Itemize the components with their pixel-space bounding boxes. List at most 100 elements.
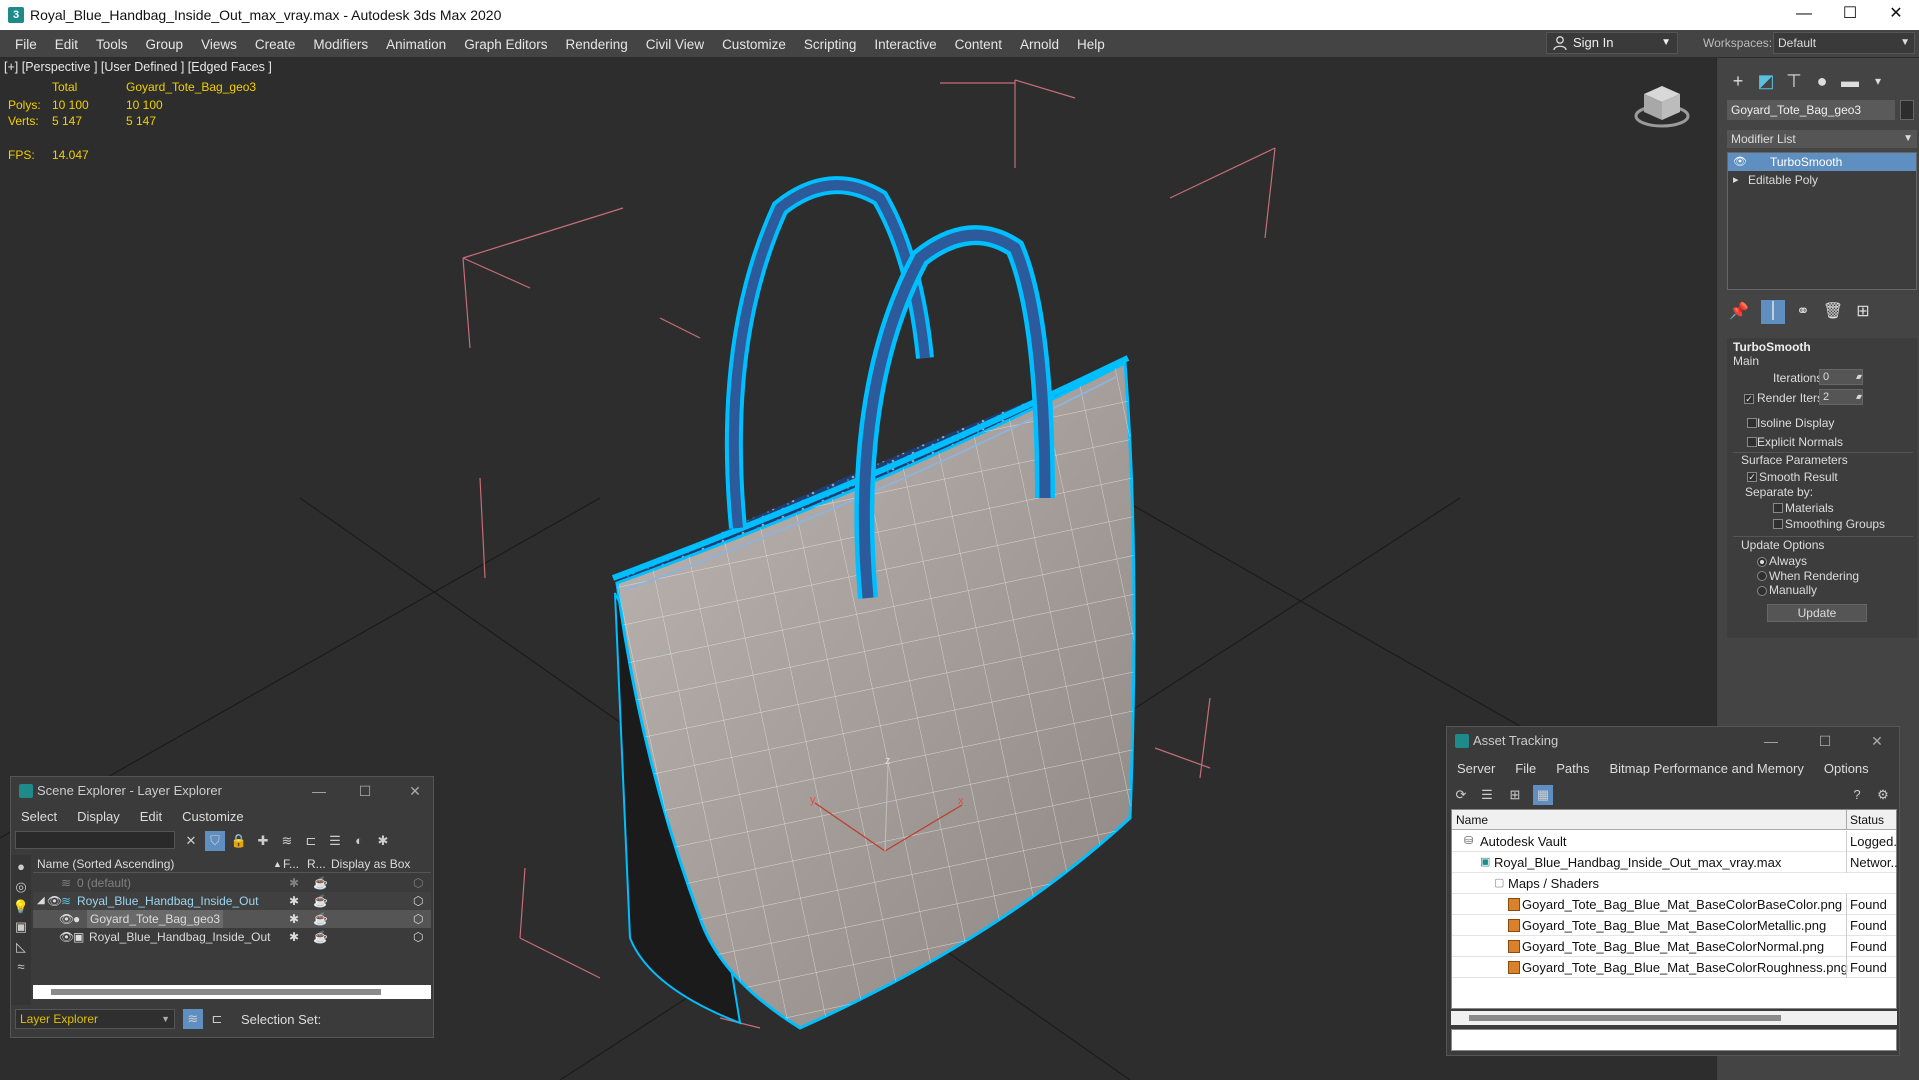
- table-row[interactable]: ◢ 👁 ≋ Royal_Blue_Handbag_Inside_Out ✱ ☕ …: [33, 892, 431, 910]
- eye-icon[interactable]: 👁: [47, 892, 62, 910]
- expand-arrow-icon[interactable]: ◢: [37, 892, 45, 910]
- render-iters-spinner[interactable]: 2: [1819, 389, 1863, 405]
- eye-icon[interactable]: 👁: [1733, 153, 1747, 171]
- menu-customize[interactable]: Customize: [172, 809, 253, 824]
- menu-modifiers[interactable]: Modifiers: [304, 37, 377, 52]
- tree-view-icon[interactable]: ⊞: [1505, 785, 1525, 805]
- scrollbar-thumb[interactable]: [1469, 1015, 1781, 1021]
- box-icon[interactable]: ⬡: [413, 892, 423, 910]
- menu-server[interactable]: Server: [1447, 761, 1505, 776]
- when-rendering-radio[interactable]: [1757, 571, 1767, 581]
- table-row[interactable]: 👁 ● Goyard_Tote_Bag_geo3 ✱ ☕ ⬡: [33, 910, 431, 928]
- close-button[interactable]: ✕: [1873, 0, 1919, 30]
- box-icon[interactable]: ⬡: [413, 874, 423, 892]
- layers-icon[interactable]: ≋: [277, 831, 297, 851]
- create-tab-icon[interactable]: +: [1725, 68, 1751, 94]
- menu-edit[interactable]: Edit: [46, 37, 87, 52]
- motion-tab-icon[interactable]: ●: [1809, 68, 1835, 94]
- teapot-icon[interactable]: ☕: [313, 910, 328, 928]
- menu-rendering[interactable]: Rendering: [557, 37, 637, 52]
- minimize-button[interactable]: —: [1751, 727, 1791, 755]
- menu-interactive[interactable]: Interactive: [865, 37, 945, 52]
- maximize-button[interactable]: ☐: [1805, 727, 1845, 755]
- modifier-list-dropdown[interactable]: Modifier List ▼: [1727, 130, 1917, 148]
- always-radio[interactable]: [1757, 557, 1767, 567]
- list-view-icon[interactable]: ☰: [1477, 785, 1497, 805]
- minimize-button[interactable]: —: [1781, 0, 1827, 30]
- menu-views[interactable]: Views: [192, 37, 246, 52]
- materials-checkbox[interactable]: [1773, 503, 1783, 513]
- stack-item-turbosmooth[interactable]: 👁 TurboSmooth: [1728, 153, 1916, 171]
- menu-arnold[interactable]: Arnold: [1011, 37, 1068, 52]
- box-icon[interactable]: ⬡: [413, 928, 423, 946]
- scrollbar-thumb[interactable]: [51, 989, 381, 995]
- teapot-icon[interactable]: ☕: [313, 874, 328, 892]
- helpers-filter-icon[interactable]: ◺: [11, 937, 31, 957]
- table-row[interactable]: Goyard_Tote_Bag_Blue_Mat_BaseColorNormal…: [1452, 936, 1896, 957]
- eye-icon[interactable]: 👁: [59, 910, 74, 928]
- table-row[interactable]: Goyard_Tote_Bag_Blue_Mat_BaseColorMetall…: [1452, 915, 1896, 936]
- select-layer-icon[interactable]: ◐: [349, 831, 369, 851]
- settings-icon[interactable]: ⚙: [1873, 785, 1893, 805]
- menu-tools[interactable]: Tools: [87, 37, 137, 52]
- layer-explorer-icon[interactable]: ≋: [183, 1009, 203, 1029]
- help-icon[interactable]: ?: [1847, 785, 1867, 805]
- minimize-button[interactable]: —: [299, 777, 339, 805]
- explicit-normals-checkbox[interactable]: [1747, 437, 1757, 447]
- lights-filter-icon[interactable]: 💡: [11, 897, 31, 917]
- maximize-button[interactable]: ☐: [345, 777, 385, 805]
- menu-file[interactable]: File: [1505, 761, 1546, 776]
- menu-bitmap-performance[interactable]: Bitmap Performance and Memory: [1600, 761, 1814, 776]
- column-frozen[interactable]: F...: [283, 855, 299, 873]
- explorer-mode-dropdown[interactable]: Layer Explorer ▼: [15, 1009, 175, 1029]
- isoline-display-checkbox[interactable]: [1747, 418, 1757, 428]
- render-iters-checkbox[interactable]: ✓: [1744, 394, 1754, 404]
- add-layer-icon[interactable]: ✚: [253, 831, 273, 851]
- table-view-icon[interactable]: ▦: [1533, 785, 1553, 805]
- hierarchy-mode-icon[interactable]: ⊏: [207, 1009, 227, 1029]
- column-status[interactable]: Status: [1846, 810, 1898, 830]
- menu-options[interactable]: Options: [1814, 761, 1879, 776]
- horizontal-scrollbar[interactable]: [1451, 1011, 1897, 1025]
- teapot-icon[interactable]: ☕: [313, 928, 328, 946]
- close-button[interactable]: ✕: [395, 777, 435, 805]
- maximize-button[interactable]: ☐: [1827, 0, 1873, 30]
- menu-scripting[interactable]: Scripting: [795, 37, 866, 52]
- horizontal-scrollbar[interactable]: [33, 985, 431, 999]
- settings-icon[interactable]: ✱: [373, 831, 393, 851]
- sign-in-dropdown[interactable]: Sign In ▼: [1546, 32, 1678, 54]
- column-display-as-box[interactable]: Display as Box: [331, 855, 410, 873]
- remove-modifier-icon[interactable]: 🗑: [1821, 300, 1845, 324]
- menu-select[interactable]: Select: [11, 809, 67, 824]
- menu-create[interactable]: Create: [246, 37, 305, 52]
- smoothing-groups-checkbox[interactable]: [1773, 519, 1783, 529]
- viewcube-icon[interactable]: [1634, 80, 1690, 128]
- column-name[interactable]: Name (Sorted Ascending): [37, 855, 174, 873]
- menu-group[interactable]: Group: [137, 37, 193, 52]
- eye-icon[interactable]: 👁: [59, 928, 74, 946]
- stack-item-editable-poly[interactable]: ▸ Editable Poly: [1728, 171, 1916, 189]
- utilities-tab-icon[interactable]: ▾: [1865, 68, 1891, 94]
- display-tab-icon[interactable]: ▬: [1837, 68, 1863, 94]
- menu-animation[interactable]: Animation: [377, 37, 455, 52]
- column-renderable[interactable]: R...: [307, 855, 326, 873]
- table-row[interactable]: ⛁ Autodesk Vault Logged...: [1452, 831, 1898, 852]
- menu-content[interactable]: Content: [946, 37, 1011, 52]
- menu-customize[interactable]: Customize: [713, 37, 795, 52]
- menu-display[interactable]: Display: [67, 809, 130, 824]
- show-end-result-icon[interactable]: ⎮: [1761, 300, 1785, 324]
- workspaces-select[interactable]: Default ▼: [1773, 32, 1915, 54]
- table-row[interactable]: ≋ 0 (default) ✱ ☕ ⬡: [33, 874, 431, 892]
- table-row[interactable]: ▣ Royal_Blue_Handbag_Inside_Out_max_vray…: [1452, 852, 1898, 873]
- refresh-icon[interactable]: ⟳: [1451, 785, 1471, 805]
- pin-stack-icon[interactable]: 📌: [1727, 300, 1751, 324]
- hierarchy-tab-icon[interactable]: ⊤: [1781, 68, 1807, 94]
- smooth-result-checkbox[interactable]: ✓: [1747, 472, 1757, 482]
- layer-stack-icon[interactable]: ☰: [325, 831, 345, 851]
- shapes-filter-icon[interactable]: ◎: [11, 877, 31, 897]
- hierarchy-icon[interactable]: ⊏: [301, 831, 321, 851]
- menu-graph-editors[interactable]: Graph Editors: [455, 37, 556, 52]
- cameras-filter-icon[interactable]: ▣: [11, 917, 31, 937]
- menu-paths[interactable]: Paths: [1546, 761, 1599, 776]
- menu-edit[interactable]: Edit: [130, 809, 172, 824]
